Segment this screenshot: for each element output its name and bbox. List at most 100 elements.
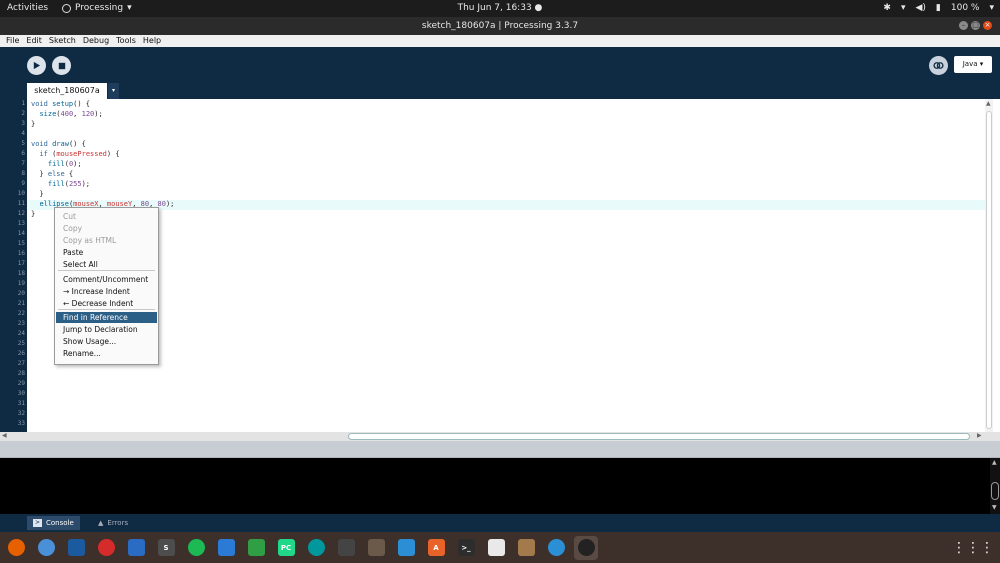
window-controls: – □ ×: [959, 21, 992, 30]
code-line[interactable]: }: [31, 120, 35, 128]
software-center-icon[interactable]: A: [424, 536, 448, 560]
code-line[interactable]: if (mousePressed) {: [31, 150, 119, 158]
activities-button[interactable]: Activities: [7, 0, 48, 17]
context-menu-item[interactable]: Show Usage...: [56, 336, 157, 347]
menu-sketch[interactable]: Sketch: [49, 35, 76, 47]
firefox-icon[interactable]: [4, 536, 28, 560]
scrollbar-thumb[interactable]: [991, 482, 999, 500]
code-line[interactable]: void draw() {: [31, 140, 86, 148]
timeshift-icon[interactable]: [544, 536, 568, 560]
line-number: 3: [21, 120, 25, 127]
inkscape-icon-glyph: [337, 539, 355, 556]
inkscape-icon[interactable]: [334, 536, 358, 560]
line-number: 15: [17, 240, 25, 247]
line-number: 26: [17, 350, 25, 357]
files-icon[interactable]: [484, 536, 508, 560]
context-menu-item[interactable]: Comment/Uncomment: [56, 274, 157, 285]
scroll-right-icon[interactable]: ▶: [977, 432, 982, 439]
stop-button[interactable]: [52, 56, 71, 75]
spotify-icon-glyph: [187, 539, 205, 556]
system-tray[interactable]: ✱ ▾ ◀) ▮ 100 % ▾: [883, 0, 994, 17]
vivaldi-icon[interactable]: [94, 536, 118, 560]
scroll-left-icon[interactable]: ◀: [2, 432, 7, 439]
code-line[interactable]: size(400, 120);: [31, 110, 102, 118]
line-number: 6: [21, 150, 25, 157]
close-icon[interactable]: ×: [983, 21, 992, 30]
code-line[interactable]: fill(0);: [31, 160, 82, 168]
context-menu-item: Cut: [63, 212, 76, 221]
line-number: 21: [17, 300, 25, 307]
context-menu-item[interactable]: Find in Reference: [56, 312, 157, 323]
sublime-icon[interactable]: S: [154, 536, 178, 560]
code-line[interactable]: }: [31, 210, 35, 218]
tab-menu-button[interactable]: ▾: [108, 83, 119, 99]
console-icon: >: [33, 519, 42, 527]
code-line[interactable]: void setup() {: [31, 100, 90, 108]
scroll-down-icon[interactable]: ▼: [992, 504, 997, 511]
code-line[interactable]: }: [31, 190, 43, 198]
context-menu-item[interactable]: Paste: [56, 247, 157, 258]
archive-icon[interactable]: [514, 536, 538, 560]
menu-debug[interactable]: Debug: [83, 35, 109, 47]
chromium-icon[interactable]: [34, 536, 58, 560]
context-menu-item[interactable]: ← Decrease Indent: [56, 298, 157, 309]
menu-file[interactable]: File: [6, 35, 19, 47]
tab-console[interactable]: > Console: [27, 516, 80, 530]
vscode-icon[interactable]: [394, 536, 418, 560]
code-line[interactable]: } else {: [31, 170, 73, 178]
line-number: 28: [17, 370, 25, 377]
spotify-icon[interactable]: [184, 536, 208, 560]
window-titlebar[interactable]: sketch_180607a | Processing 3.3.7 – □ ×: [0, 17, 1000, 35]
scroll-up-icon[interactable]: ▲: [992, 459, 997, 466]
line-number: 7: [21, 160, 25, 167]
timeshift-icon-glyph: [547, 539, 565, 556]
context-menu-item[interactable]: Rename...: [56, 348, 157, 359]
line-number: 8: [21, 170, 25, 177]
menu-edit[interactable]: Edit: [26, 35, 42, 47]
thunderbird-icon[interactable]: [124, 536, 148, 560]
scroll-up-icon[interactable]: ▲: [986, 100, 991, 107]
menu-tools[interactable]: Tools: [116, 35, 136, 47]
context-menu-item[interactable]: Jump to Declaration: [56, 324, 157, 335]
virtualbox-icon[interactable]: [64, 536, 88, 560]
line-number: 4: [21, 130, 25, 137]
tab-sketch[interactable]: sketch_180607a: [27, 83, 107, 99]
console-scrollbar[interactable]: ▲ ▼: [990, 458, 1000, 514]
calc-icon[interactable]: [244, 536, 268, 560]
scrollbar-thumb[interactable]: [348, 433, 970, 440]
clock[interactable]: Thu Jun 7, 16:33 ●: [0, 0, 1000, 17]
window-title: sketch_180607a | Processing 3.3.7: [421, 21, 579, 31]
sublime-icon-glyph: S: [157, 539, 175, 556]
writer-icon[interactable]: [214, 536, 238, 560]
app-menu[interactable]: Processing ▾: [62, 0, 132, 17]
horizontal-scrollbar[interactable]: ◀ ▶: [0, 432, 1000, 441]
chevron-down-icon: ▾: [127, 3, 132, 13]
debugger-button[interactable]: [929, 56, 948, 75]
vertical-scrollbar[interactable]: ▲: [985, 99, 993, 432]
wifi-icon: ▾: [900, 3, 906, 13]
code-line[interactable]: fill(255);: [31, 180, 90, 188]
processing-icon[interactable]: [574, 535, 598, 560]
context-menu-item[interactable]: Select All: [56, 259, 157, 270]
dock-icons: S PC A >_: [4, 535, 598, 560]
console-divider[interactable]: [0, 441, 1000, 458]
arduino-icon[interactable]: [304, 536, 328, 560]
tab-errors[interactable]: ▲ Errors: [92, 516, 134, 530]
terminal-icon[interactable]: >_: [454, 536, 478, 560]
menu-help[interactable]: Help: [143, 35, 161, 47]
console-output[interactable]: [0, 458, 1000, 514]
mode-selector[interactable]: Java ▾: [954, 56, 992, 73]
minimize-icon[interactable]: –: [959, 21, 968, 30]
pycharm-icon[interactable]: PC: [274, 536, 298, 560]
software-center-icon-glyph: A: [427, 539, 445, 556]
show-applications-icon[interactable]: ⋮⋮⋮: [952, 540, 994, 556]
context-menu-item[interactable]: → Increase Indent: [56, 286, 157, 297]
maximize-icon[interactable]: □: [971, 21, 980, 30]
line-number: 27: [17, 360, 25, 367]
slack-tray-icon[interactable]: ✱: [883, 0, 891, 17]
battery-percent: 100 %: [950, 3, 980, 13]
gimp-icon[interactable]: [364, 536, 388, 560]
taskbar-dock: S PC A >_ ⋮⋮⋮: [0, 532, 1000, 563]
run-button[interactable]: [27, 56, 46, 75]
scrollbar-thumb[interactable]: [986, 111, 992, 429]
